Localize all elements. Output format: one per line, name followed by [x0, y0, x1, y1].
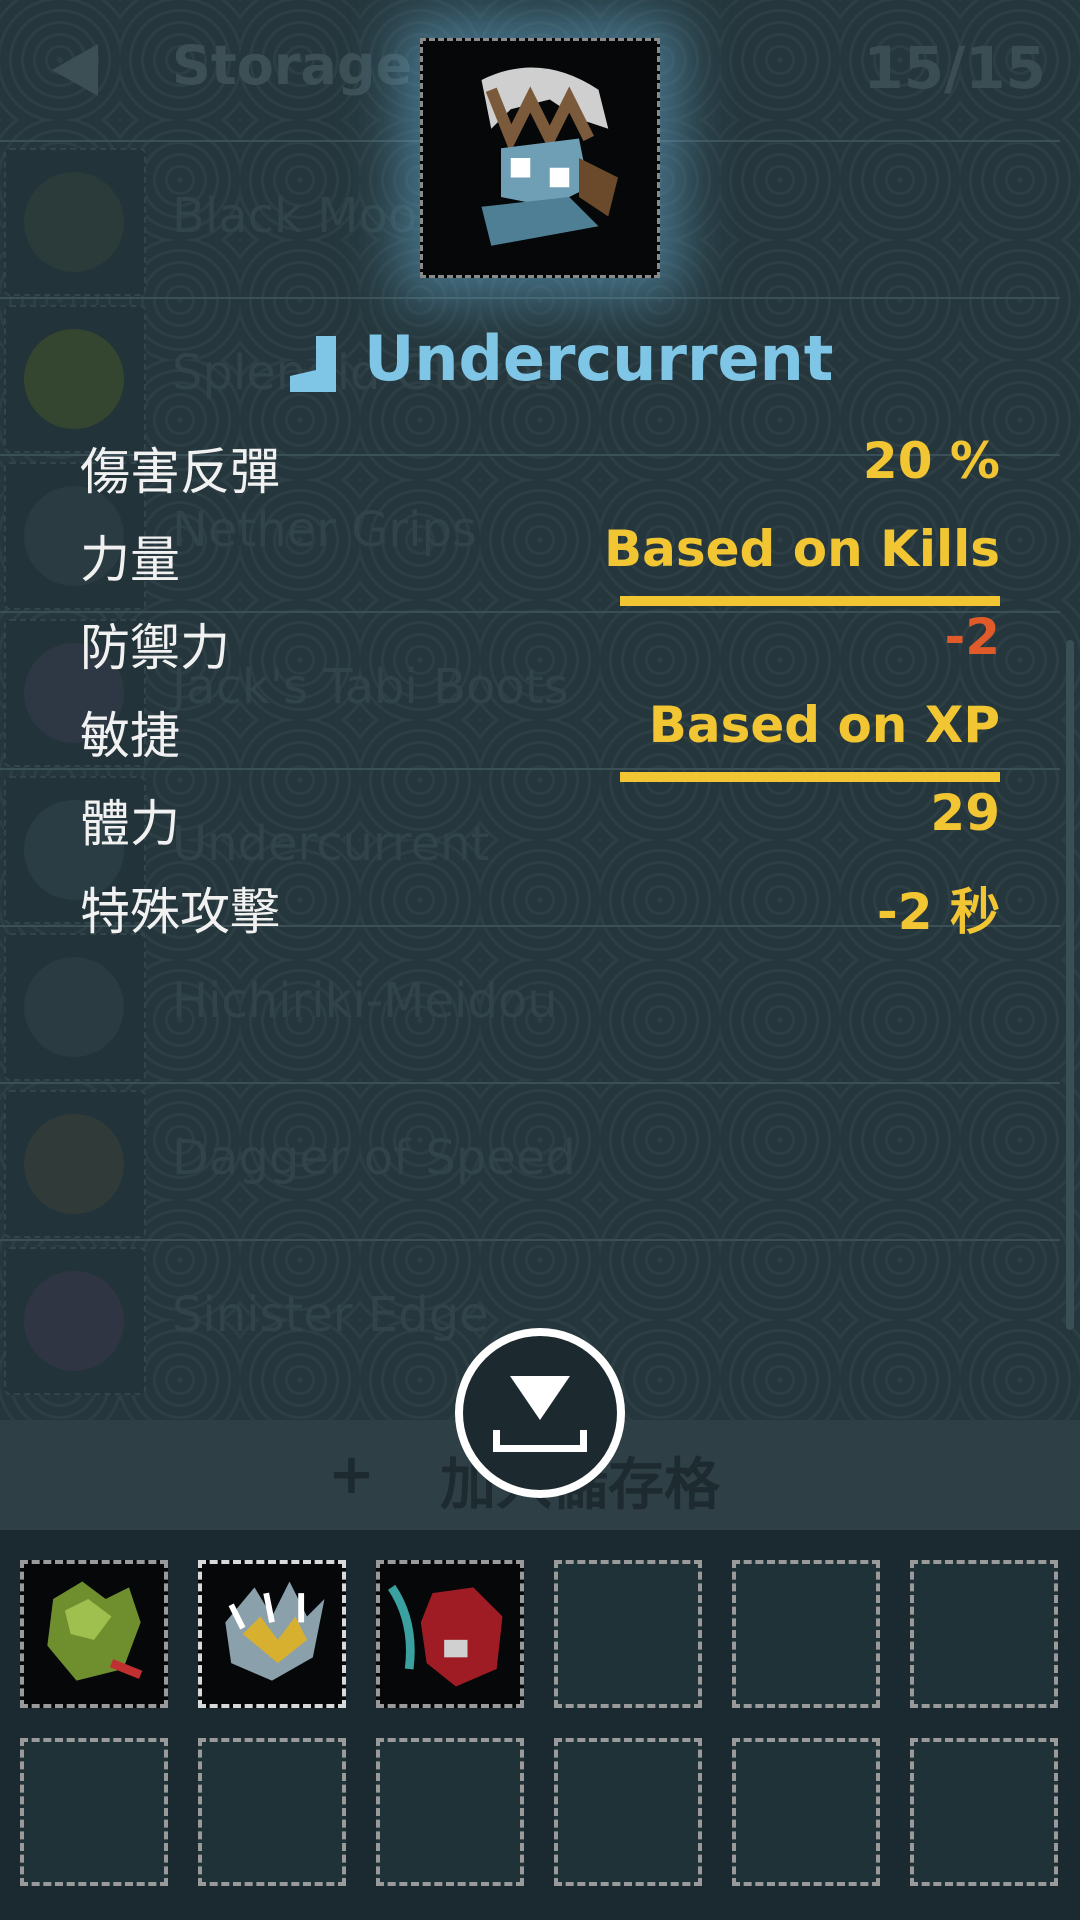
stat-value: -2 [944, 608, 1000, 666]
stat-label: 特殊攻擊 [80, 883, 280, 941]
stat-label: 力量 [80, 531, 180, 589]
stat-label: 體力 [80, 795, 180, 853]
stat-value: 20 % [862, 432, 1000, 490]
stat-row: 特殊攻擊 -2 秒 [80, 868, 1000, 956]
stat-row: 體力 29 [80, 780, 1000, 868]
storage-count: 15/15 [863, 34, 1046, 102]
inventory-slot-filled[interactable] [198, 1560, 346, 1708]
stat-value[interactable]: Based on XP [649, 696, 1000, 754]
tray-icon [493, 1430, 587, 1452]
item-thumbnail-art [24, 1271, 124, 1371]
green-gauntlet-icon [24, 1564, 164, 1704]
stat-row: 敏捷 Based on XP [80, 692, 1000, 782]
back-arrow-icon[interactable] [48, 38, 108, 98]
item-name: Undercurrent [364, 322, 834, 395]
inventory-grid [0, 1530, 1080, 1920]
inventory-slot-empty[interactable] [732, 1738, 880, 1886]
storage-item-name: Sinister Edge [172, 1287, 489, 1343]
item-thumbnail [4, 148, 146, 296]
item-thumbnail [4, 1090, 146, 1238]
storage-item-name: Hichiriki-Meidou [172, 973, 558, 1029]
item-art [420, 38, 660, 278]
inventory-slot-empty[interactable] [376, 1738, 524, 1886]
inventory-slot-empty[interactable] [554, 1738, 702, 1886]
down-triangle-icon [510, 1376, 570, 1420]
inventory-slot-empty[interactable] [198, 1738, 346, 1886]
stat-row: 傷害反彈 20 % [80, 428, 1000, 516]
stat-value[interactable]: Based on Kills [604, 520, 1000, 578]
stat-label: 敏捷 [80, 707, 180, 765]
item-thumbnail-art [24, 957, 124, 1057]
undercurrent-boot-art [423, 41, 657, 275]
item-thumbnail-art [24, 172, 124, 272]
stat-row: 防禦力 -2 [80, 604, 1000, 692]
list-scrollbar[interactable] [1066, 640, 1074, 1330]
stat-value: -2 秒 [877, 883, 1000, 941]
item-thumbnail-art [24, 329, 124, 429]
inventory-slot-empty[interactable] [20, 1738, 168, 1886]
store-download-icon[interactable] [455, 1328, 625, 1498]
inventory-slot-filled[interactable] [20, 1560, 168, 1708]
stat-label: 防禦力 [80, 619, 230, 677]
inventory-slot-filled[interactable] [376, 1560, 524, 1708]
storage-item-name: Black Moon [172, 188, 448, 244]
inventory-slot-empty[interactable] [910, 1560, 1058, 1708]
inventory-slot-empty[interactable] [910, 1738, 1058, 1886]
plus-icon: + [328, 1442, 375, 1507]
boot-icon [290, 336, 340, 392]
storage-list-item[interactable]: Dagger of Speed [0, 1082, 1060, 1240]
stat-value: 29 [930, 784, 1000, 842]
stat-label: 傷害反彈 [80, 443, 280, 501]
item-thumbnail [4, 1247, 146, 1395]
storage-title: Storage [172, 34, 413, 97]
stat-row: 力量 Based on Kills [80, 516, 1000, 606]
inventory-slot-empty[interactable] [732, 1560, 880, 1708]
gold-claw-icon [202, 1564, 342, 1704]
inventory-slot-empty[interactable] [554, 1560, 702, 1708]
item-thumbnail-art [24, 1114, 124, 1214]
red-glove-icon [380, 1564, 520, 1704]
storage-item-name: Dagger of Speed [172, 1130, 576, 1186]
